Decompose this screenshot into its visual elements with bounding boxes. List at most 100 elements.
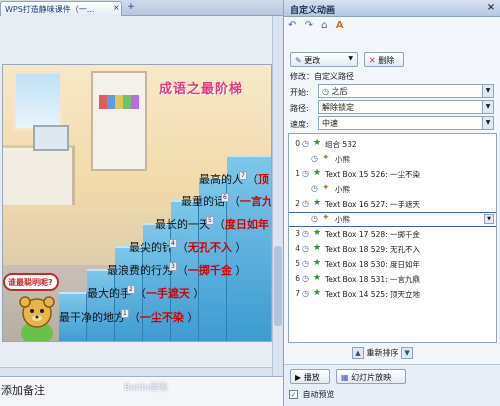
effect-order-number: 4: [295, 244, 300, 253]
back-icon[interactable]: ↶: [288, 20, 296, 31]
horizontal-scrollbar[interactable]: [0, 367, 272, 376]
path-select-value: 解除锁定: [322, 103, 354, 112]
effect-order-number: 5: [295, 259, 300, 268]
star-icon: ★: [313, 258, 322, 268]
watermark: Baidu经验: [124, 383, 168, 393]
play-icon: ▶: [295, 373, 302, 382]
stair-row-badge: 7: [239, 171, 247, 180]
pane-title: 自定义动画: [290, 6, 336, 16]
stair-row-answer: 一尘不染: [139, 311, 184, 324]
change-effect-button[interactable]: ✎ 更改 ▼: [290, 52, 358, 67]
document-tab[interactable]: WPS打造静味课件（一...: [0, 1, 122, 16]
pane-title-bar: 自定义动画 ×: [284, 0, 500, 17]
monitor-image: [33, 125, 69, 151]
stair-row-suffix: ）: [187, 311, 199, 324]
stair-row-answer: 度日如年: [224, 218, 269, 231]
stair-row[interactable]: 最尖的针4 （无孔不入 ）: [129, 239, 246, 255]
stair-row-suffix: ）: [235, 241, 247, 254]
effect-label: 小熊: [335, 215, 350, 224]
animation-effects-list[interactable]: 0 ◷ ★ 组合 532 ◷ ✦ 小熊 1 ◷ ★ Text Box 15 52…: [288, 133, 497, 343]
effect-label: Text Box 16 527: 一手遮天: [325, 200, 421, 209]
clock-icon: ◷: [311, 214, 318, 223]
home-icon[interactable]: ⌂: [321, 20, 327, 31]
stair-row[interactable]: 最浪费的行为3 （一掷千金 ）: [107, 262, 246, 278]
chevron-down-icon[interactable]: ▼: [484, 214, 494, 224]
motion-path-icon: ✦: [322, 213, 330, 223]
document-tab-bar: WPS打造静味课件（一... × +: [0, 0, 283, 16]
effect-order-number: 1: [295, 169, 300, 178]
stair-row[interactable]: 最长的一天5 （度日如年: [155, 216, 269, 232]
speech-bubble[interactable]: 谁最聪明呢?: [3, 273, 59, 291]
effect-item[interactable]: 3 ◷ ★ Text Box 17 528: 一掷千金: [289, 228, 496, 241]
font-icon[interactable]: A: [336, 20, 344, 31]
autopreview-checkbox[interactable]: ✓ 自动预览: [289, 389, 335, 400]
slideshow-icon: ▦: [341, 373, 349, 382]
slide-canvas: 成语之最阶梯 最高的人7 （顶 最重的话6 （一言九 最长的一天5 （度日如年 最尖的…: [0, 16, 283, 376]
star-icon: ★: [313, 138, 322, 148]
effect-item[interactable]: 1 ◷ ★ Text Box 15 526: 一尘不染: [289, 168, 496, 181]
chevron-down-icon: ▼: [482, 117, 493, 129]
speed-select[interactable]: 中速 ▼: [318, 116, 494, 130]
shelf-books-image: [99, 95, 139, 109]
slideshow-button[interactable]: ▦ 幻灯片放映: [336, 369, 406, 384]
stair-row-badge: 5: [206, 216, 214, 225]
speed-label: 速度:: [290, 120, 309, 129]
star-icon: ★: [313, 288, 322, 298]
effect-label: Text Box 18 531: 一言九鼎: [325, 275, 421, 284]
effect-order-number: 0: [295, 139, 300, 148]
stair-row[interactable]: 最重的话6 （一言九: [181, 193, 271, 209]
chevron-down-icon: ▼: [348, 55, 353, 62]
play-button[interactable]: ▶ 播放: [290, 369, 330, 384]
effect-item[interactable]: 6 ◷ ★ Text Box 18 531: 一言九鼎: [289, 273, 496, 286]
pane-navigation: ↶ ↷ ⌂ A: [288, 20, 348, 34]
autopreview-label: 自动预览: [302, 390, 335, 399]
chevron-down-icon: ▼: [482, 85, 493, 97]
new-tab-icon[interactable]: +: [126, 3, 136, 13]
bear-icon[interactable]: [13, 293, 61, 342]
clock-icon: ◷: [302, 274, 309, 283]
clock-icon: ◷: [302, 139, 309, 148]
effect-item[interactable]: 7 ◷ ★ Text Box 14 525: 顶天立地: [289, 288, 496, 301]
stair-row[interactable]: 最干净的地方1 （一尘不染 ）: [59, 309, 198, 325]
effect-order-number: 2: [295, 199, 300, 208]
star-icon: ★: [313, 273, 322, 283]
motion-path-icon: ✦: [322, 153, 330, 163]
effect-label: 小熊: [335, 155, 350, 164]
delete-effect-button[interactable]: ✕ 删除: [364, 52, 404, 67]
effect-order-number: 6: [295, 274, 300, 283]
reorder-control: ▲ 重新排序 ▼: [352, 347, 414, 361]
close-tab-icon[interactable]: ×: [113, 3, 120, 12]
effect-item[interactable]: ◷ ✦ 小熊: [289, 153, 496, 166]
effect-item-selected[interactable]: ◷ ✦ 小熊 ▼: [289, 212, 496, 227]
move-down-icon[interactable]: ▼: [401, 347, 414, 359]
pane-bottom-bar: ▶ 播放 ▦ 幻灯片放映 ✓ 自动预览: [284, 364, 500, 406]
editor-area: WPS打造静味课件（一... × + 成语之最阶梯 最高的人7 （顶 最重的话6…: [0, 0, 283, 406]
stair-row[interactable]: 最大的手2 （一手遮天 ）: [87, 285, 204, 301]
effect-item[interactable]: 2 ◷ ★ Text Box 16 527: 一手遮天: [289, 198, 496, 211]
slide[interactable]: 成语之最阶梯 最高的人7 （顶 最重的话6 （一言九 最长的一天5 （度日如年 最尖的…: [2, 64, 272, 342]
star-icon: ★: [313, 168, 322, 178]
checkbox-icon: ✓: [289, 390, 298, 399]
effect-item[interactable]: 4 ◷ ★ Text Box 18 529: 无孔不入: [289, 243, 496, 256]
delete-icon: ✕: [369, 56, 376, 65]
start-select[interactable]: ◷ 之后 ▼: [318, 84, 494, 98]
path-select[interactable]: 解除锁定 ▼: [318, 100, 494, 114]
forward-icon[interactable]: ↷: [305, 20, 313, 31]
stair-row-answer: 一掷千金: [187, 264, 232, 277]
custom-animation-pane: 自定义动画 × ↶ ↷ ⌂ A ✎ 更改 ▼ ✕ 删除 修改：自定义路径 开始:…: [283, 0, 500, 406]
vertical-scrollbar[interactable]: [272, 16, 283, 376]
effect-item[interactable]: ◷ ✦ 小熊: [289, 183, 496, 196]
stair-row-answer: 顶: [257, 173, 269, 186]
clock-icon: ◷: [302, 259, 309, 268]
vertical-scrollbar-thumb[interactable]: [274, 246, 282, 326]
close-pane-icon[interactable]: ×: [485, 2, 497, 14]
effect-label: Text Box 17 528: 一掷千金: [325, 230, 421, 239]
move-up-icon[interactable]: ▲: [352, 347, 364, 359]
stair-row[interactable]: 最高的人7 （顶: [199, 171, 269, 187]
effect-item[interactable]: 0 ◷ ★ 组合 532: [289, 138, 496, 151]
effect-item[interactable]: 5 ◷ ★ Text Box 18 530: 度日如年: [289, 258, 496, 271]
effect-label: 组合 532: [325, 140, 357, 149]
effect-label: 小熊: [335, 185, 350, 194]
modify-label: 修改：自定义路径: [290, 72, 354, 81]
stair-row-badge: 3: [169, 262, 177, 271]
